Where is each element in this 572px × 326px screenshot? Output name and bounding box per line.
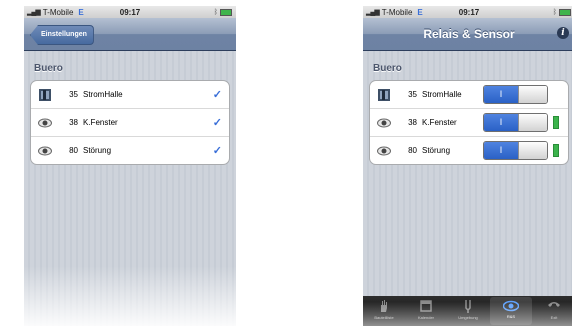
settings-screen: ▂▄▆ T-Mobile E 09:17 ᛒ Einstellungen Bue… bbox=[24, 6, 236, 326]
switch-on-label: I bbox=[484, 142, 518, 159]
list-item-stoerung[interactable]: 80 Störung ✓ bbox=[31, 137, 229, 164]
bluetooth-icon: ᛒ bbox=[552, 8, 557, 16]
status-bar: ▂▄▆ T-Mobile E 09:17 ᛒ bbox=[24, 6, 236, 18]
page-title: Relais & Sensor bbox=[423, 27, 515, 41]
row-number: 38 bbox=[69, 118, 78, 127]
section-header: Buero bbox=[373, 63, 402, 74]
tab-umgebung[interactable]: Umgebung bbox=[447, 296, 489, 326]
reflection-fade bbox=[24, 266, 236, 326]
row-number: 38 bbox=[408, 118, 417, 127]
eye-icon bbox=[377, 116, 391, 130]
list-item-stromhalle[interactable]: 35 StromHalle ✓ bbox=[31, 81, 229, 109]
checkmark-icon: ✓ bbox=[212, 117, 222, 129]
tab-label: R&S bbox=[506, 314, 516, 319]
phone-icon bbox=[548, 302, 560, 307]
checkmark-icon: ✓ bbox=[212, 145, 222, 157]
tab-label: Umgebung bbox=[458, 315, 478, 320]
row-number: 80 bbox=[408, 146, 417, 155]
tab-label: Kalender bbox=[417, 315, 434, 320]
list-item-kfenster[interactable]: 38 K.Fenster ✓ bbox=[31, 109, 229, 137]
sensor-status-led bbox=[553, 144, 559, 157]
relay-toggle-switch[interactable]: I bbox=[483, 141, 548, 160]
row-name: Störung bbox=[422, 146, 451, 155]
row-number: 80 bbox=[69, 146, 78, 155]
tab-rs[interactable]: R&S bbox=[490, 297, 532, 325]
relay-icon bbox=[38, 88, 52, 102]
switch-on-label: I bbox=[484, 114, 518, 131]
info-button[interactable]: i bbox=[557, 27, 569, 39]
checkmark-icon: ✓ bbox=[212, 89, 222, 101]
sensor-status-led bbox=[553, 116, 559, 129]
tab-bar: Bauteilliste Kalender Umgebung R&S Exit bbox=[363, 296, 572, 326]
tab-kalender[interactable]: Kalender bbox=[405, 296, 447, 326]
calendar-icon bbox=[420, 300, 432, 312]
row-name: StromHalle bbox=[422, 90, 462, 99]
row-name: K.Fenster bbox=[83, 118, 118, 127]
switch-knob bbox=[518, 114, 547, 131]
back-button[interactable]: Einstellungen bbox=[30, 25, 94, 45]
battery-icon bbox=[559, 9, 571, 16]
clock: 09:17 bbox=[458, 7, 480, 17]
bluetooth-icon: ᛒ bbox=[213, 8, 218, 16]
tab-label: Exit bbox=[550, 315, 558, 320]
relay-sensor-screen: ▂▄▆ T-Mobile E 09:17 ᛒ Relais & Sensor i… bbox=[363, 6, 572, 326]
eye-icon bbox=[38, 144, 52, 158]
battery-icon bbox=[220, 9, 232, 16]
tab-bauteilliste[interactable]: Bauteilliste bbox=[363, 296, 405, 326]
tab-label: Bauteilliste bbox=[374, 315, 394, 320]
row-number: 35 bbox=[408, 90, 417, 99]
relay-toggle-switch[interactable]: I bbox=[483, 113, 548, 132]
switch-on-label: I bbox=[484, 86, 518, 103]
row-name: StromHalle bbox=[83, 90, 123, 99]
switch-knob bbox=[518, 142, 547, 159]
row-number: 35 bbox=[69, 90, 78, 99]
row-name: K.Fenster bbox=[422, 118, 457, 127]
status-bar: ▂▄▆ T-Mobile E 09:17 ᛒ bbox=[363, 6, 572, 18]
plug-icon bbox=[465, 300, 471, 313]
tab-exit[interactable]: Exit bbox=[533, 296, 572, 326]
row-name: Störung bbox=[83, 146, 112, 155]
relay-toggle-switch[interactable]: I bbox=[483, 85, 548, 104]
eye-icon bbox=[377, 144, 391, 158]
list-item-stoerung: 80 Störung I bbox=[370, 137, 568, 164]
list-item-stromhalle: 35 StromHalle I bbox=[370, 81, 568, 109]
device-list: 35 StromHalle ✓ 38 K.Fenster ✓ 80 Störung ✓ bbox=[30, 80, 230, 165]
hand-icon bbox=[381, 300, 387, 312]
device-list: 35 StromHalle I 38 K.Fenster I 80 Störung bbox=[369, 80, 569, 165]
eye-icon bbox=[503, 300, 519, 312]
clock: 09:17 bbox=[119, 7, 141, 17]
switch-knob bbox=[518, 86, 547, 103]
relay-icon bbox=[377, 88, 391, 102]
navigation-bar: Einstellungen bbox=[24, 18, 236, 51]
section-header: Buero bbox=[34, 63, 63, 74]
eye-icon bbox=[38, 116, 52, 130]
navigation-bar: Relais & Sensor i bbox=[363, 18, 572, 51]
list-item-kfenster: 38 K.Fenster I bbox=[370, 109, 568, 137]
